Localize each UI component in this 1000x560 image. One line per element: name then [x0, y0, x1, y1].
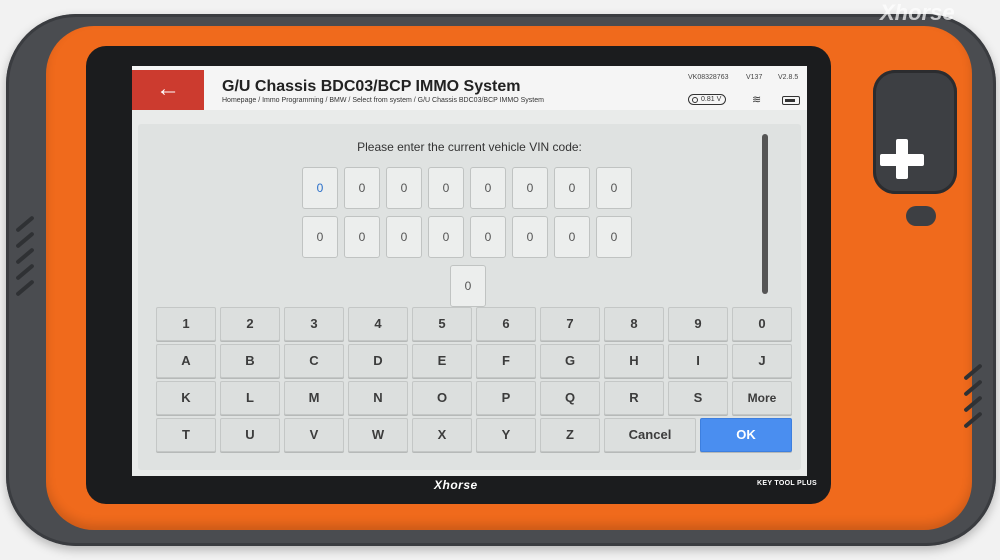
vin-char-box[interactable]: 0 [302, 216, 338, 258]
clock-icon [692, 97, 698, 103]
key-7[interactable]: 7 [540, 307, 600, 341]
more-key[interactable]: More [732, 381, 792, 415]
ok-button[interactable]: OK [700, 418, 792, 452]
key-d[interactable]: D [348, 344, 408, 378]
key-f[interactable]: F [476, 344, 536, 378]
vin-panel: Please enter the current vehicle VIN cod… [138, 124, 801, 470]
key-w[interactable]: W [348, 418, 408, 452]
key-9[interactable]: 9 [668, 307, 728, 341]
vin-char-box[interactable]: 0 [450, 265, 486, 307]
vin-char-box[interactable]: 0 [344, 167, 380, 209]
key-k[interactable]: K [156, 381, 216, 415]
back-button[interactable]: ← [132, 70, 204, 110]
breadcrumb: Homepage / Immo Programming / BMW / Sele… [222, 97, 544, 104]
battery-icon [782, 96, 800, 105]
scrollbar[interactable] [762, 134, 768, 294]
vin-char-box[interactable]: 0 [386, 167, 422, 209]
key-m[interactable]: M [284, 381, 344, 415]
key-s[interactable]: S [668, 381, 728, 415]
app-header: ← G/U Chassis BDC03/BCP IMMO System Home… [132, 66, 807, 110]
page-title: G/U Chassis BDC03/BCP IMMO System [222, 78, 521, 95]
key-0[interactable]: 0 [732, 307, 792, 341]
key-z[interactable]: Z [540, 418, 600, 452]
key-l[interactable]: L [220, 381, 280, 415]
key-5[interactable]: 5 [412, 307, 472, 341]
key-a[interactable]: A [156, 344, 216, 378]
key-p[interactable]: P [476, 381, 536, 415]
watermark: Xhorse [880, 0, 955, 25]
key-v[interactable]: V [284, 418, 344, 452]
vin-char-box[interactable]: 0 [512, 167, 548, 209]
key-q[interactable]: Q [540, 381, 600, 415]
key-c[interactable]: C [284, 344, 344, 378]
vin-char-box[interactable]: 0 [470, 167, 506, 209]
key-h[interactable]: H [604, 344, 664, 378]
key-y[interactable]: Y [476, 418, 536, 452]
cancel-button[interactable]: Cancel [604, 418, 696, 452]
vin-char-box[interactable]: 0 [470, 216, 506, 258]
vin-char-box[interactable]: 0 [596, 216, 632, 258]
device-id: VK08328763 [688, 74, 729, 81]
vin-char-box[interactable]: 0 [554, 216, 590, 258]
plus-icon [880, 154, 924, 166]
key-1[interactable]: 1 [156, 307, 216, 341]
key-u[interactable]: U [220, 418, 280, 452]
vin-char-box[interactable]: 0 [596, 167, 632, 209]
voltage-value: 0.81 V [701, 96, 722, 103]
key-6[interactable]: 6 [476, 307, 536, 341]
device-scene: Xhorse ← G/U Chassis BDC03/BCP IMMO Syst… [0, 0, 1000, 560]
key-j[interactable]: J [732, 344, 792, 378]
vin-char-box[interactable]: 0 [428, 216, 464, 258]
key-3[interactable]: 3 [284, 307, 344, 341]
key-2[interactable]: 2 [220, 307, 280, 341]
key-n[interactable]: N [348, 381, 408, 415]
vin-char-box[interactable]: 0 [386, 216, 422, 258]
key-r[interactable]: R [604, 381, 664, 415]
vin-char-box[interactable]: 0 [344, 216, 380, 258]
vin-prompt: Please enter the current vehicle VIN cod… [357, 140, 582, 154]
screen: ← G/U Chassis BDC03/BCP IMMO System Home… [132, 66, 807, 476]
app-version: V2.8.5 [778, 74, 799, 81]
key-4[interactable]: 4 [348, 307, 408, 341]
key-o[interactable]: O [412, 381, 472, 415]
firmware-version: V137 [746, 74, 763, 81]
key-8[interactable]: 8 [604, 307, 664, 341]
vin-char-box[interactable]: 0 [554, 167, 590, 209]
wifi-icon: ≋ [752, 94, 762, 106]
key-hole [906, 206, 936, 226]
brand-logo: Xhorse [434, 478, 478, 492]
key-g[interactable]: G [540, 344, 600, 378]
vin-char-box[interactable]: 0 [512, 216, 548, 258]
key-slot [873, 70, 957, 194]
key-e[interactable]: E [412, 344, 472, 378]
voltage-badge: 0.81 V [688, 94, 727, 105]
key-x[interactable]: X [412, 418, 472, 452]
key-b[interactable]: B [220, 344, 280, 378]
vin-char-box[interactable]: 0 [302, 167, 338, 209]
key-i[interactable]: I [668, 344, 728, 378]
key-t[interactable]: T [156, 418, 216, 452]
vin-char-box[interactable]: 0 [428, 167, 464, 209]
model-label: KEY TOOL PLUS [757, 480, 817, 487]
arrow-left-icon: ← [156, 75, 180, 102]
